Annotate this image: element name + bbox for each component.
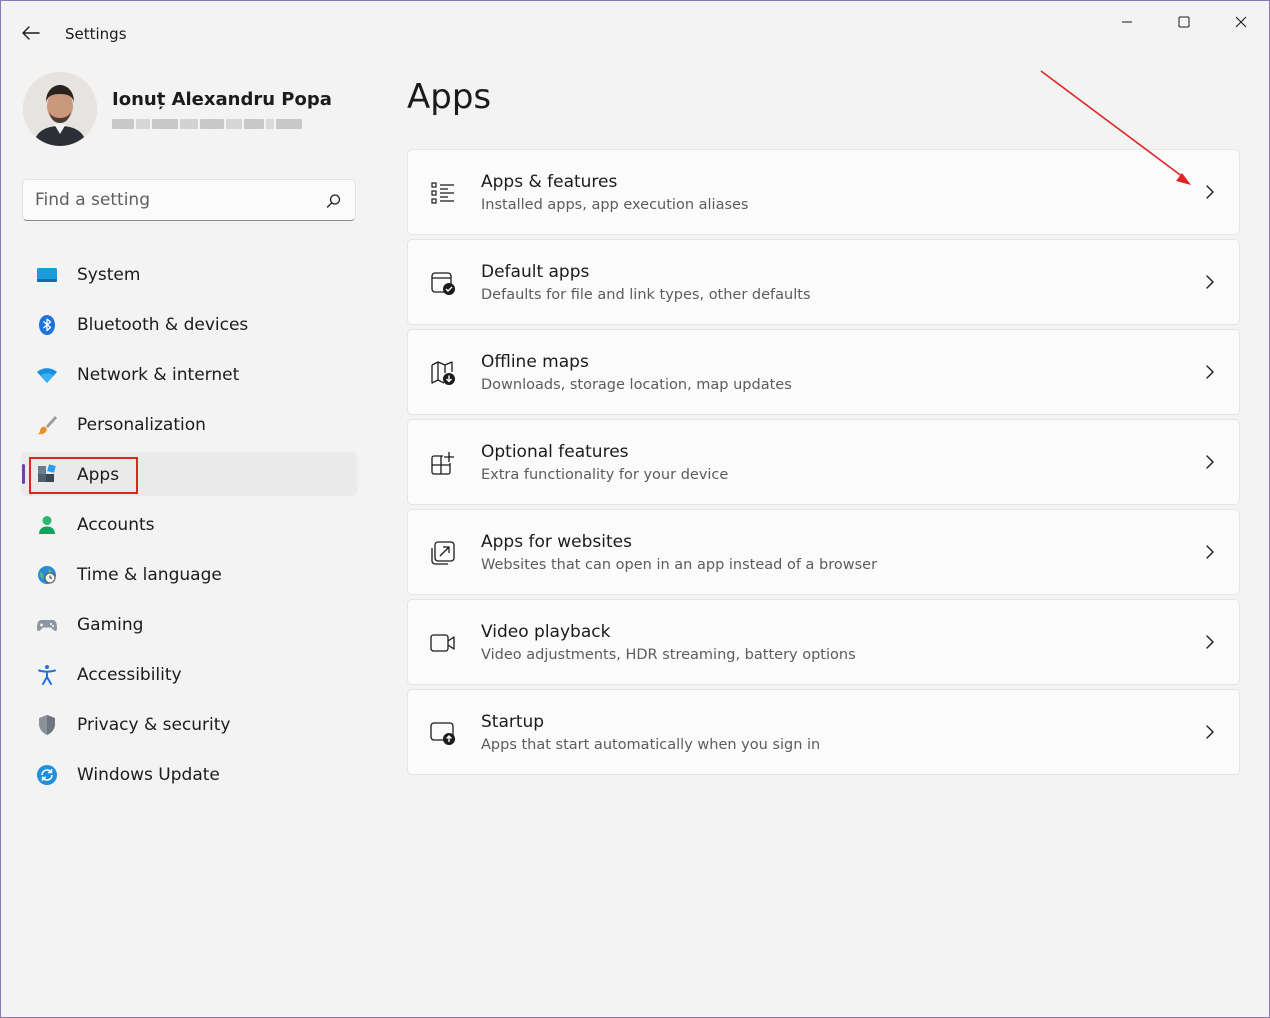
card-subtitle: Video adjustments, HDR streaming, batter… (481, 647, 856, 663)
chevron-right-icon (1206, 635, 1214, 649)
card-offline-maps[interactable]: Offline maps Downloads, storage location… (407, 329, 1240, 415)
user-name: Ionuț Alexandru Popa (112, 89, 332, 110)
list-icon (431, 182, 454, 204)
video-camera-icon (430, 634, 455, 652)
sidebar-item-label: Apps (77, 465, 120, 485)
maximize-button[interactable] (1161, 7, 1207, 37)
sidebar-item-windows-update[interactable]: Windows Update (21, 752, 357, 796)
map-download-icon (431, 361, 455, 385)
chevron-right-icon (1206, 275, 1214, 289)
user-email-redacted (112, 117, 302, 131)
card-optional-features[interactable]: Optional features Extra functionality fo… (407, 419, 1240, 505)
card-apps-for-websites[interactable]: Apps for websites Websites that can open… (407, 509, 1240, 595)
window-title: Settings (65, 25, 127, 43)
sidebar-item-label: Bluetooth & devices (77, 315, 249, 335)
sidebar-item-gaming[interactable]: Gaming (21, 602, 357, 646)
user-photo-icon (23, 72, 97, 146)
card-subtitle: Installed apps, app execution aliases (481, 197, 749, 213)
sidebar-item-label: Gaming (77, 615, 144, 635)
sidebar-item-label: Personalization (77, 415, 206, 435)
card-subtitle: Apps that start automatically when you s… (481, 737, 821, 753)
card-startup[interactable]: Startup Apps that start automatically wh… (407, 689, 1240, 775)
card-title: Apps & features (481, 172, 618, 192)
brush-icon (37, 416, 57, 435)
chevron-right-icon (1206, 545, 1214, 559)
search-input[interactable] (35, 188, 315, 212)
card-title: Video playback (481, 622, 611, 642)
settings-window: Settings Ionuț Alexandru Popa Find a set… (0, 0, 1270, 1018)
account-icon (39, 516, 55, 534)
globe-clock-icon (38, 566, 56, 584)
sidebar-item-personalization[interactable]: Personalization (21, 402, 357, 446)
sidebar-item-apps[interactable]: Apps (21, 452, 357, 496)
add-grid-icon (431, 451, 455, 475)
search-box (22, 179, 356, 221)
card-title: Optional features (481, 442, 629, 462)
sidebar-item-label: Windows Update (77, 765, 220, 785)
active-indicator (22, 464, 25, 484)
sidebar-item-label: Accessibility (77, 665, 182, 685)
bluetooth-icon (39, 315, 55, 335)
card-title: Offline maps (481, 352, 589, 372)
title-bar: Settings (1, 1, 1269, 49)
card-subtitle: Extra functionality for your device (481, 467, 729, 483)
maximize-icon (1178, 16, 1190, 28)
open-external-icon (431, 541, 455, 565)
wifi-icon (37, 368, 57, 383)
gamepad-icon (37, 620, 57, 632)
card-default-apps[interactable]: Default apps Defaults for file and link … (407, 239, 1240, 325)
back-button[interactable] (15, 19, 47, 47)
card-subtitle: Downloads, storage location, map updates (481, 377, 792, 393)
default-apps-icon (431, 272, 455, 295)
back-arrow-icon (22, 26, 40, 40)
sidebar-item-label: System (77, 265, 141, 285)
sidebar-item-privacy-security[interactable]: Privacy & security (21, 702, 357, 746)
card-video-playback[interactable]: Video playback Video adjustments, HDR st… (407, 599, 1240, 685)
sidebar-item-network[interactable]: Network & internet (21, 352, 357, 396)
sidebar-item-label: Time & language (77, 565, 222, 585)
sidebar-item-bluetooth[interactable]: Bluetooth & devices (21, 302, 357, 346)
avatar[interactable] (23, 72, 97, 146)
card-subtitle: Websites that can open in an app instead… (481, 557, 878, 573)
sidebar-item-system[interactable]: System (21, 252, 357, 296)
sidebar-item-accounts[interactable]: Accounts (21, 502, 357, 546)
sidebar-item-accessibility[interactable]: Accessibility (21, 652, 357, 696)
sidebar-item-label: Network & internet (77, 365, 240, 385)
startup-icon (430, 722, 455, 745)
apps-icon (38, 464, 56, 482)
accessibility-icon (38, 665, 56, 685)
card-apps-features[interactable]: Apps & features Installed apps, app exec… (407, 149, 1240, 235)
update-icon (37, 765, 57, 785)
card-title: Default apps (481, 262, 590, 282)
minimize-icon (1122, 21, 1132, 23)
search-icon[interactable] (325, 192, 343, 210)
chevron-right-icon (1206, 185, 1214, 199)
card-title: Startup (481, 712, 545, 732)
page-title: Apps (407, 77, 492, 117)
sidebar-item-time-language[interactable]: Time & language (21, 552, 357, 596)
shield-icon (39, 715, 55, 735)
close-icon (1235, 16, 1247, 28)
card-title: Apps for websites (481, 532, 632, 552)
minimize-button[interactable] (1104, 7, 1150, 37)
close-button[interactable] (1218, 7, 1264, 37)
sidebar-item-label: Accounts (77, 515, 155, 535)
card-subtitle: Defaults for file and link types, other … (481, 287, 811, 303)
sidebar-item-label: Privacy & security (77, 715, 231, 735)
chevron-right-icon (1206, 365, 1214, 379)
chevron-right-icon (1206, 725, 1214, 739)
chevron-right-icon (1206, 455, 1214, 469)
system-icon (37, 268, 57, 282)
